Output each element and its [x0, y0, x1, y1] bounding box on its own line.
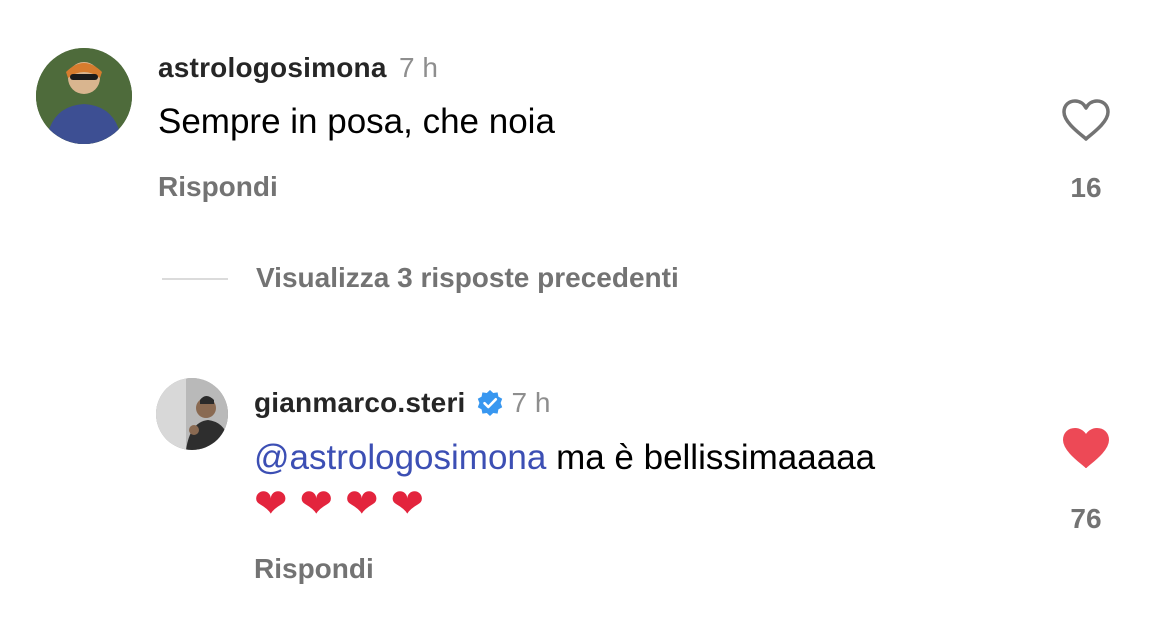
replies-divider-line — [162, 278, 228, 280]
username[interactable]: gianmarco.steri — [254, 387, 466, 419]
like-count: 16 — [1070, 172, 1102, 203]
avatar-astrologosimona[interactable] — [36, 48, 132, 144]
heart-filled-icon — [1063, 428, 1109, 468]
avatar-photo — [36, 48, 132, 144]
comment-time: 7 h — [399, 52, 438, 83]
heart-outline-icon — [1062, 99, 1110, 141]
avatar-gianmarco-steri[interactable] — [156, 378, 228, 450]
like-button[interactable] — [1060, 98, 1112, 142]
avatar-photo — [156, 378, 228, 450]
verified-badge-icon — [476, 389, 504, 417]
like-button[interactable] — [1060, 426, 1112, 470]
red-heart-emoji: ❤ — [345, 482, 379, 526]
comment-body: ma è bellissimaaaaa — [546, 438, 876, 477]
heart-emojis: ❤ ❤ ❤ ❤ — [254, 480, 436, 528]
comment-text: Sempre in posa, che noia — [158, 102, 555, 141]
like-count: 76 — [1070, 503, 1102, 534]
comment-header: gianmarco.steri 7 h — [254, 387, 550, 419]
username[interactable]: astrologosimona — [158, 52, 387, 83]
comment-header: astrologosimona 7 h — [158, 52, 438, 84]
reply-button[interactable]: Rispondi — [254, 553, 374, 585]
red-heart-emoji: ❤ — [299, 482, 334, 526]
reply-button[interactable]: Rispondi — [158, 171, 278, 203]
comment-text: @astrologosimona ma è bellissimaaaaa — [254, 434, 875, 482]
view-previous-replies-button[interactable]: Visualizza 3 risposte precedenti — [256, 262, 679, 294]
comment-time: 7 h — [511, 387, 551, 418]
red-heart-emoji: ❤ — [390, 482, 425, 526]
red-heart-emoji: ❤ — [254, 482, 288, 526]
mention-link[interactable]: @astrologosimona — [254, 438, 546, 477]
